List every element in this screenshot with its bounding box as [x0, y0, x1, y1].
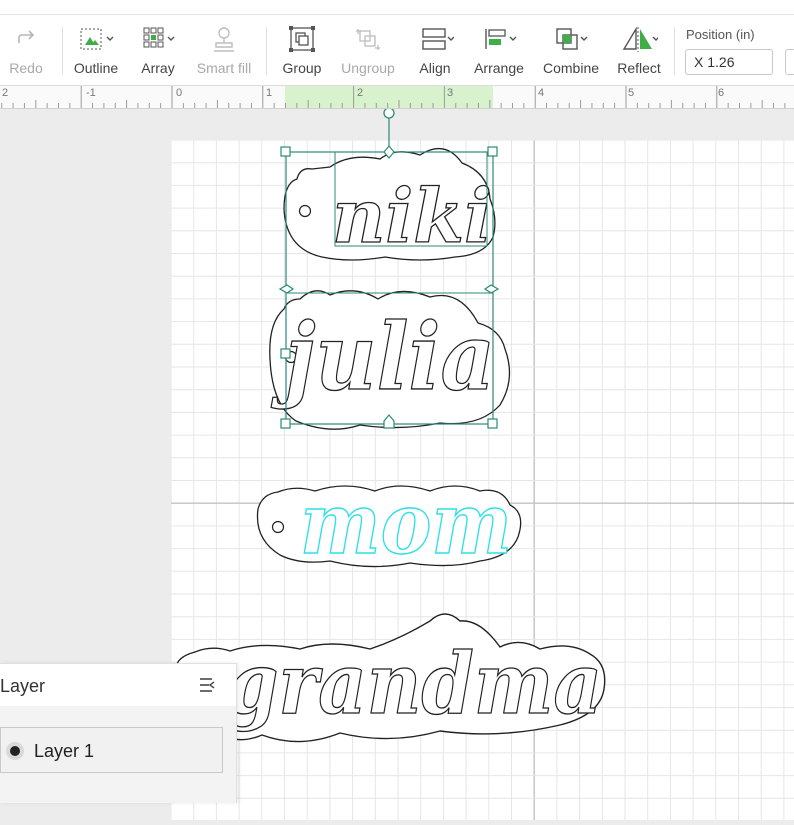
redo-button[interactable]: Redo — [4, 25, 48, 81]
group-button[interactable]: Group — [278, 25, 326, 81]
resize-handle[interactable] — [487, 418, 498, 429]
ruler-label: 5 — [628, 87, 635, 99]
ruler-label: -1 — [86, 87, 96, 99]
reflect-label: Reflect — [617, 60, 661, 76]
layer-item[interactable]: Layer 1 — [0, 727, 223, 773]
array-label: Array — [141, 60, 175, 76]
redo-icon — [18, 30, 35, 43]
ruler-label: 3 — [447, 87, 454, 99]
resize-handle[interactable] — [483, 284, 500, 294]
toolbar-separator — [266, 27, 267, 75]
array-button[interactable]: Array — [134, 25, 182, 81]
top-strip — [0, 0, 794, 15]
mom-text: mom — [300, 474, 512, 573]
resize-handle[interactable] — [280, 418, 291, 429]
ungroup-icon — [356, 29, 380, 50]
group-icon — [289, 26, 315, 52]
group-label: Group — [282, 60, 322, 76]
align-button[interactable]: Align — [410, 25, 460, 81]
rotate-handle[interactable] — [383, 109, 395, 119]
niki-tag[interactable]: niki — [283, 147, 496, 261]
toolbar: Redo Outline Array Smart fill Group Ungr… — [0, 15, 794, 86]
reflect-button[interactable]: Reflect — [612, 25, 666, 81]
julia-tag[interactable]: julia — [269, 290, 511, 430]
ruler-label: 1 — [266, 87, 273, 99]
panel-menu-icon[interactable] — [198, 676, 216, 694]
layer-name: Layer 1 — [34, 741, 95, 761]
outline-button[interactable]: Outline — [70, 25, 122, 81]
ruler-ticks — [1, 86, 786, 108]
arrange-icon — [485, 29, 517, 49]
arrange-button[interactable]: Arrange — [472, 25, 526, 81]
ungroup-button[interactable]: Ungroup — [338, 25, 398, 81]
align-icon — [422, 28, 454, 50]
mom-tag[interactable]: mom — [256, 473, 522, 574]
reflect-icon — [622, 26, 658, 52]
ungroup-label: Ungroup — [341, 60, 395, 76]
redo-label: Redo — [9, 60, 43, 76]
position-title: Position (in) — [686, 27, 755, 42]
resize-handle[interactable] — [280, 348, 291, 359]
smart-fill-icon — [214, 27, 234, 52]
ruler-label: 2 — [357, 87, 364, 99]
combine-icon — [556, 28, 588, 50]
position-x-field[interactable]: X 1.26 — [685, 49, 773, 75]
outline-icon — [80, 28, 114, 50]
ruler-label: 0 — [176, 87, 183, 99]
resize-handle[interactable] — [278, 284, 295, 294]
arrange-label: Arrange — [474, 60, 524, 76]
grandma-text: grandma — [226, 634, 602, 733]
horizontal-ruler: 2 -1 0 1 2 3 4 5 6 — [0, 86, 794, 109]
resize-handle[interactable] — [487, 146, 498, 157]
combine-button[interactable]: Combine — [540, 25, 602, 81]
ruler-label: 4 — [538, 87, 545, 99]
smart-fill-button[interactable]: Smart fill — [194, 25, 254, 81]
outline-label: Outline — [73, 60, 119, 76]
grandma-tag[interactable]: grandma — [175, 613, 606, 743]
layers-panel-title: Layer — [0, 676, 46, 696]
position-y-field[interactable] — [785, 49, 794, 75]
julia-text: julia — [270, 303, 495, 411]
layer-visibility-radio[interactable] — [6, 742, 24, 760]
resize-handle[interactable] — [280, 146, 291, 157]
toolbar-separator — [62, 27, 63, 75]
niki-text: niki — [332, 174, 492, 260]
ruler-label: 6 — [718, 87, 725, 99]
layers-panel: Layer Layer 1 — [0, 663, 237, 803]
align-label: Align — [419, 60, 451, 76]
smart-fill-label: Smart fill — [196, 60, 252, 76]
toolbar-separator — [674, 27, 675, 75]
ruler-label: 2 — [2, 87, 9, 99]
array-icon — [143, 27, 175, 48]
combine-label: Combine — [542, 60, 600, 76]
